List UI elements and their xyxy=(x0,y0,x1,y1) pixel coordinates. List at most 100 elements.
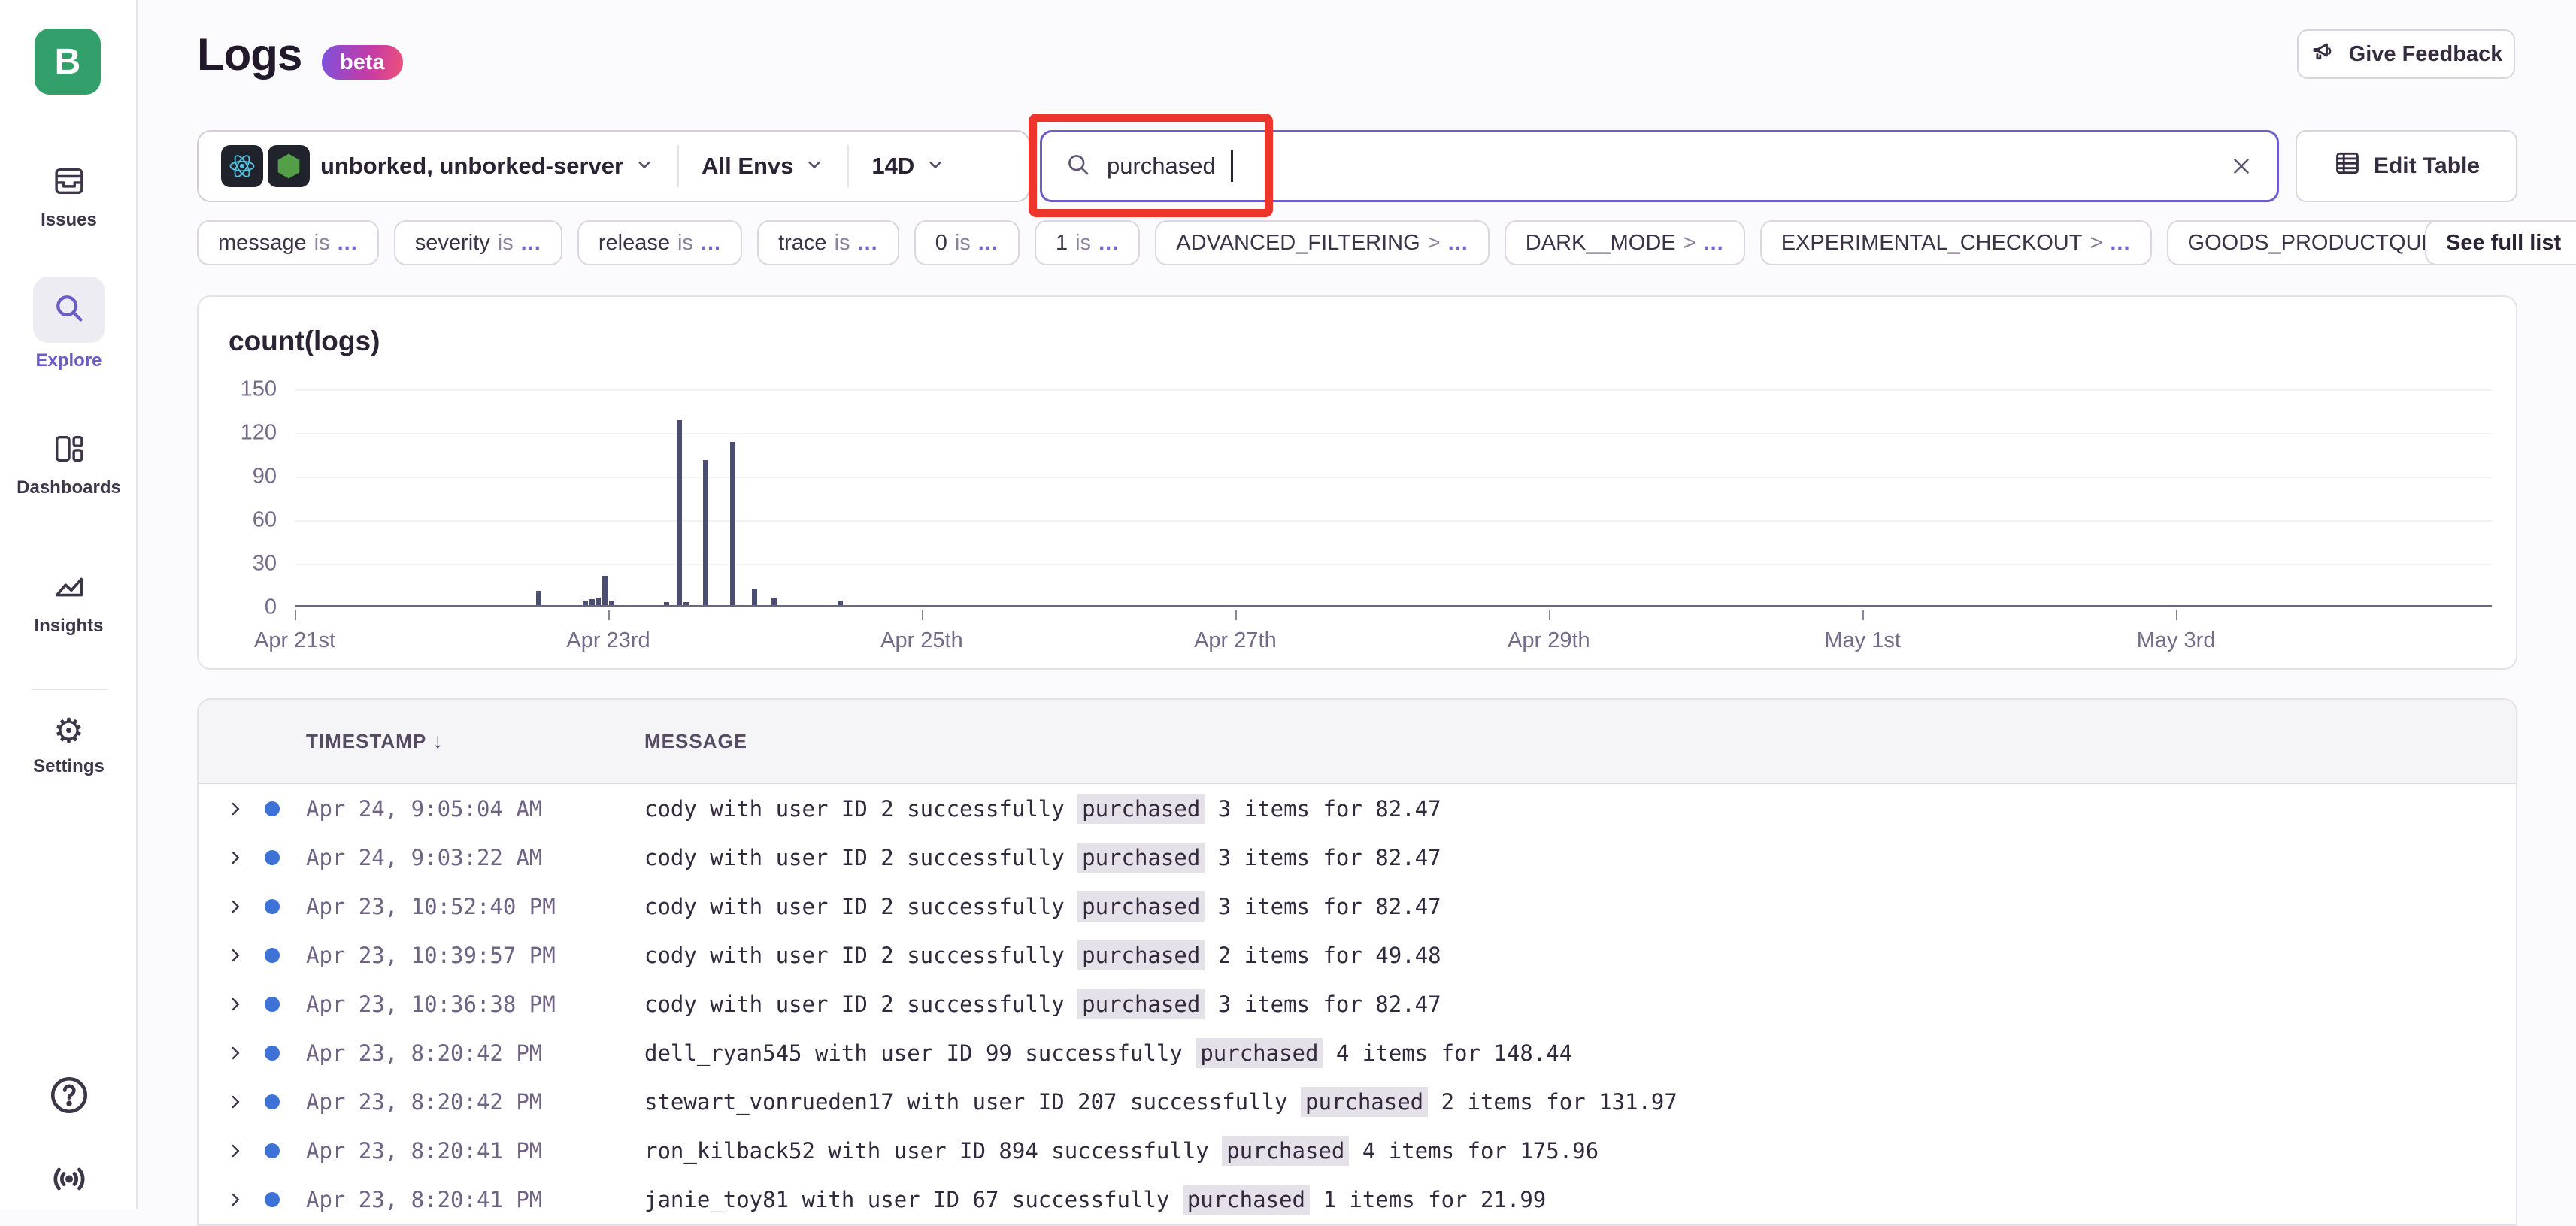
broadcast-icon xyxy=(47,1155,92,1203)
sidebar-item-issues[interactable]: Issues xyxy=(0,164,138,231)
expand-row-icon[interactable] xyxy=(226,799,245,819)
filter-chip-severity[interactable]: severityis... xyxy=(394,220,562,265)
issues-icon xyxy=(52,164,86,202)
help-button[interactable] xyxy=(0,1073,138,1121)
y-axis-label-30: 30 xyxy=(253,552,277,577)
chip-value: ... xyxy=(701,231,721,256)
log-row[interactable]: Apr 23, 8:20:41 PMron_kilback52 with use… xyxy=(199,1126,2516,1175)
log-message: ron_kilback52 with user ID 894 successfu… xyxy=(644,1138,2516,1164)
give-feedback-button[interactable]: Give Feedback xyxy=(2297,29,2515,79)
chip-value: ... xyxy=(338,231,358,256)
log-row[interactable]: Apr 23, 10:52:40 PMcody with user ID 2 s… xyxy=(199,882,2516,931)
chart-bar xyxy=(730,442,735,605)
log-row[interactable]: Apr 23, 10:36:38 PMcody with user ID 2 s… xyxy=(199,979,2516,1028)
log-row[interactable]: Apr 23, 10:39:57 PMcody with user ID 2 s… xyxy=(199,931,2516,979)
expand-row-icon[interactable] xyxy=(226,994,245,1014)
chip-value: ... xyxy=(1704,231,1724,256)
org-avatar[interactable]: B xyxy=(35,29,101,95)
filter-chip-trace[interactable]: traceis... xyxy=(757,220,899,265)
log-level-dot xyxy=(265,948,280,963)
column-header-timestamp[interactable]: TIMESTAMP ↓ xyxy=(306,729,644,753)
project-selector[interactable]: unborked, unborked-server xyxy=(199,145,677,187)
chip-operator: > xyxy=(1683,231,1696,256)
log-level-dot xyxy=(265,1046,280,1061)
logs-table-panel: TIMESTAMP ↓ MESSAGE Apr 24, 9:05:04 AMco… xyxy=(197,698,2517,1226)
y-axis-label-0: 0 xyxy=(265,595,277,620)
expand-row-icon[interactable] xyxy=(226,897,245,916)
log-search-input[interactable]: purchased xyxy=(1040,130,2279,202)
gridline-90 xyxy=(295,477,2492,478)
see-full-list-chip[interactable]: See full list xyxy=(2425,220,2576,265)
filter-chip-1[interactable]: 1is... xyxy=(1035,220,1140,265)
log-row[interactable]: Apr 24, 9:03:22 AMcody with user ID 2 su… xyxy=(199,833,2516,882)
expand-row-icon[interactable] xyxy=(226,1092,245,1112)
edit-table-label: Edit Table xyxy=(2374,153,2480,179)
sidebar-item-explore[interactable]: Explore xyxy=(0,277,138,371)
x-axis-label: Apr 29th xyxy=(1508,628,1590,653)
log-row[interactable]: Apr 24, 9:05:04 AMcody with user ID 2 su… xyxy=(199,784,2516,833)
expand-row-icon[interactable] xyxy=(226,1141,245,1161)
chevron-down-icon xyxy=(634,154,655,179)
chip-operator: is xyxy=(835,231,850,256)
clear-search-button[interactable] xyxy=(2229,153,2254,179)
chart-bar xyxy=(703,460,708,605)
environment-selector[interactable]: All Envs xyxy=(677,145,847,187)
chart-bar xyxy=(602,576,608,605)
filter-chip-release[interactable]: releaseis... xyxy=(577,220,742,265)
whats-new-button[interactable] xyxy=(0,1155,138,1203)
filter-chip-0[interactable]: 0is... xyxy=(914,220,1020,265)
filter-chip-experimental_checkout[interactable]: EXPERIMENTAL_CHECKOUT>... xyxy=(1760,220,2152,265)
chip-operator: > xyxy=(1428,231,1441,256)
sidebar-divider xyxy=(32,689,107,690)
chip-operator: is xyxy=(955,231,971,256)
node-icon xyxy=(268,145,310,187)
search-match-highlight: purchased xyxy=(1077,794,1205,824)
log-message: cody with user ID 2 successfully purchas… xyxy=(644,943,2516,968)
log-level-dot xyxy=(265,1143,280,1158)
x-axis-tick xyxy=(295,610,296,620)
table-icon xyxy=(2333,149,2362,183)
x-axis-tick xyxy=(608,610,610,620)
log-timestamp: Apr 24, 9:03:22 AM xyxy=(306,845,644,870)
log-row[interactable]: Apr 23, 8:20:42 PMdell_ryan545 with user… xyxy=(199,1028,2516,1077)
edit-table-button[interactable]: Edit Table xyxy=(2296,130,2517,202)
chip-field: release xyxy=(599,231,670,256)
row-lead xyxy=(199,1092,306,1112)
sidebar-item-settings[interactable]: ⚙ Settings xyxy=(0,713,138,777)
chip-value: ... xyxy=(978,231,999,256)
expand-row-icon[interactable] xyxy=(226,946,245,965)
sidebar-item-insights[interactable]: Insights xyxy=(0,570,138,637)
y-axis-label-60: 60 xyxy=(253,508,277,533)
column-header-message[interactable]: MESSAGE xyxy=(644,730,2516,753)
log-row[interactable]: Apr 23, 8:20:41 PMjanie_toy81 with user … xyxy=(199,1175,2516,1224)
filter-chip-message[interactable]: messageis... xyxy=(197,220,379,265)
x-axis-tick xyxy=(922,610,923,620)
sidebar: B Issues Explore Dashboards xyxy=(0,0,138,1209)
chip-field: 1 xyxy=(1056,231,1068,256)
expand-row-icon[interactable] xyxy=(226,1043,245,1063)
log-timestamp: Apr 23, 10:52:40 PM xyxy=(306,894,644,919)
x-axis-label: Apr 21st xyxy=(254,628,335,653)
sidebar-item-dashboards[interactable]: Dashboards xyxy=(0,431,138,498)
log-level-dot xyxy=(265,899,280,914)
gridline-150 xyxy=(295,389,2492,391)
search-match-highlight: purchased xyxy=(1077,891,1205,922)
environment-selector-value: All Envs xyxy=(702,153,793,180)
filter-chip-dark__mode[interactable]: DARK__MODE>... xyxy=(1505,220,1745,265)
log-row[interactable]: Apr 23, 8:20:42 PMstewart_vonrueden17 wi… xyxy=(199,1077,2516,1126)
log-message: cody with user ID 2 successfully purchas… xyxy=(644,845,2516,870)
sidebar-item-label: Explore xyxy=(35,350,102,371)
expand-row-icon[interactable] xyxy=(226,848,245,867)
log-timestamp: Apr 23, 8:20:42 PM xyxy=(306,1089,644,1115)
sidebar-item-label: Dashboards xyxy=(17,477,121,498)
project-selector-value: unborked, unborked-server xyxy=(320,153,623,180)
expand-row-icon[interactable] xyxy=(226,1190,245,1209)
timestamp-column-label: TIMESTAMP xyxy=(306,730,426,753)
react-icon xyxy=(221,145,263,187)
y-axis-label-150: 150 xyxy=(241,377,277,402)
x-axis-tick xyxy=(1549,610,1550,620)
filter-chip-advanced_filtering[interactable]: ADVANCED_FILTERING>... xyxy=(1155,220,1490,265)
y-axis-label-90: 90 xyxy=(253,465,277,489)
chip-field: severity xyxy=(415,231,490,256)
date-range-selector[interactable]: 14D xyxy=(847,145,968,187)
